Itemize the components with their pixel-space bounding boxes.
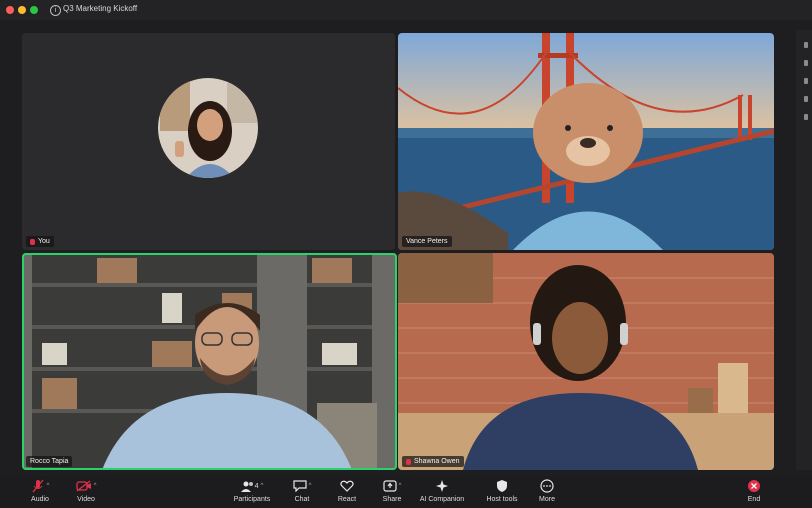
- participant-name: Vance Peters: [406, 238, 448, 245]
- chat-label: Chat: [294, 496, 310, 503]
- end-label: End: [747, 496, 761, 503]
- ai-companion-button[interactable]: AI Companion: [414, 478, 470, 503]
- participant-name-tag: Shawna Owen: [402, 456, 464, 467]
- chat-icon: [292, 480, 307, 492]
- active-speaker-video-tile[interactable]: Rocco Tapia: [22, 253, 397, 470]
- participants-count: 4: [254, 482, 259, 490]
- video-label: Video: [77, 496, 95, 503]
- meeting-info-icon[interactable]: i: [50, 5, 61, 16]
- close-window-button[interactable]: [6, 6, 14, 14]
- host-tools-label: Host tools: [486, 496, 518, 503]
- self-name: You: [38, 238, 50, 245]
- end-call-icon: [748, 480, 760, 492]
- video-grid: You Vance Peters Rocco Tapia Shawna Owen: [0, 20, 812, 478]
- bookshelf-background: [22, 253, 397, 470]
- video-off-icon: [75, 480, 91, 492]
- end-meeting-button[interactable]: End: [726, 478, 782, 503]
- side-panel-collapsed[interactable]: [796, 30, 812, 470]
- minimize-window-button[interactable]: [18, 6, 26, 14]
- sparkle-icon: [436, 480, 448, 492]
- self-avatar: [158, 78, 258, 178]
- more-button[interactable]: More: [519, 478, 575, 503]
- self-name-tag: You: [26, 236, 54, 247]
- participant-name-tag: Vance Peters: [402, 236, 452, 247]
- audio-label: Audio: [31, 496, 49, 503]
- share-button[interactable]: ^ Share: [364, 478, 420, 503]
- ai-companion-label: AI Companion: [419, 496, 465, 503]
- video-options-chevron-icon[interactable]: ^: [94, 483, 97, 489]
- meeting-toolbar: ^ Audio ^ Video 4 ^ Participants ^ Chat …: [0, 476, 812, 508]
- share-options-chevron-icon[interactable]: ^: [399, 483, 402, 489]
- share-screen-icon: [382, 480, 397, 492]
- audio-options-chevron-icon[interactable]: ^: [47, 483, 50, 489]
- maximize-window-button[interactable]: [30, 6, 38, 14]
- share-label: Share: [382, 496, 402, 503]
- more-options-icon: [540, 479, 554, 493]
- self-video-tile[interactable]: You: [22, 33, 395, 250]
- active-speaker-name-tag: Rocco Tapia: [26, 456, 73, 467]
- window-titlebar: i Q3 Marketing Kickoff: [0, 0, 812, 20]
- participants-options-chevron-icon[interactable]: ^: [261, 483, 264, 489]
- react-label: React: [337, 496, 357, 503]
- chat-options-chevron-icon[interactable]: ^: [309, 483, 312, 489]
- heart-icon: [340, 480, 354, 492]
- golden-gate-background: [398, 33, 774, 250]
- more-label: More: [539, 496, 555, 503]
- participant-video-tile[interactable]: Shawna Owen: [398, 253, 774, 470]
- brick-kitchen-background: [398, 253, 774, 470]
- muted-mic-icon: [30, 238, 35, 245]
- participants-icon: [240, 481, 253, 492]
- participant-name: Shawna Owen: [414, 458, 460, 465]
- video-button[interactable]: ^ Video: [58, 478, 114, 503]
- participant-video-tile[interactable]: Vance Peters: [398, 33, 774, 250]
- participants-button[interactable]: 4 ^ Participants: [224, 478, 280, 503]
- mic-off-icon: [32, 479, 44, 493]
- meeting-title: Q3 Marketing Kickoff: [63, 4, 138, 13]
- active-speaker-name: Rocco Tapia: [30, 458, 69, 465]
- muted-mic-icon: [406, 458, 411, 465]
- shield-icon: [497, 480, 507, 492]
- participants-label: Participants: [233, 496, 271, 503]
